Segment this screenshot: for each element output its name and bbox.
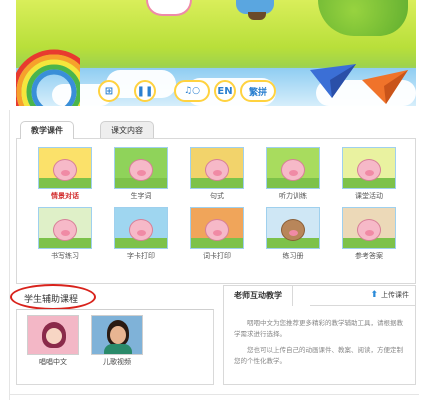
courseware-tile-label: 书写练习: [51, 252, 79, 260]
courseware-tile-label: 词卡打印: [203, 252, 231, 260]
upload-courseware-label: 上传课件: [381, 291, 409, 299]
blue-paper-plane-icon: [310, 64, 356, 98]
rabbit-character-illustration: [146, 0, 192, 16]
music-toggle-button[interactable]: ♫○: [174, 80, 210, 102]
teacher-description: 咽咽中文为您推荐更多精彩的教学辅助工具，请根据教学需求进行选择。 您也可以上传自…: [234, 318, 406, 372]
english-toggle-button[interactable]: EN: [214, 80, 236, 102]
courseware-tile-label: 句式: [210, 192, 224, 200]
courseware-tile-answers[interactable]: 参考答案: [331, 207, 407, 261]
courseware-grid: 情景对话 生字词 句式 听力训练 课堂活动 书写练习 字卡打印 词卡打印 练习册…: [27, 147, 407, 261]
courseware-tile-label: 情景对话: [51, 192, 79, 200]
courseware-tile-character-cards[interactable]: 字卡打印: [103, 207, 179, 261]
courseware-tile-label: 字卡打印: [127, 252, 155, 260]
courseware-tile-listening[interactable]: 听力训练: [255, 147, 331, 201]
tab-lesson-content[interactable]: 课文内容: [100, 121, 154, 139]
grid-menu-button[interactable]: ⊞: [98, 80, 120, 102]
answers-thumbnail: [342, 207, 396, 249]
student-item-label: 儿歌视频: [103, 358, 131, 366]
courseware-tile-sentence[interactable]: 句式: [179, 147, 255, 201]
student-courses-heading: 学生辅助课程: [24, 295, 79, 305]
upload-arrow-icon: ⬆: [370, 290, 378, 300]
teacher-paragraph: 您也可以上传自己的动画课件、教案、阅读，方便定制您的个性化教学。: [234, 346, 403, 365]
courseware-tile-label: 听力训练: [279, 192, 307, 200]
boy-character-feet: [248, 12, 266, 20]
courseware-tile-label: 课堂活动: [355, 192, 383, 200]
teacher-paragraph: 咽咽中文为您推荐更多精彩的教学辅助工具，请根据教学需求进行选择。: [234, 319, 403, 338]
tree-illustration: [318, 0, 408, 36]
sentence-thumbnail: [190, 147, 244, 189]
page-left-rule: [9, 110, 10, 400]
listening-thumbnail: [266, 147, 320, 189]
courseware-tile-word-cards[interactable]: 词卡打印: [179, 207, 255, 261]
courseware-tile-label: 参考答案: [355, 252, 383, 260]
teacher-interaction-panel: 老师互动教学 ⬆ 上传课件 咽咽中文为您推荐更多精彩的教学辅助工具，请根据教学需…: [223, 285, 416, 385]
tab-courseware[interactable]: 教学课件: [20, 121, 74, 139]
courseware-tile-activity[interactable]: 课堂活动: [331, 147, 407, 201]
dialogue-thumbnail: [38, 147, 92, 189]
lesson-banner: ⊞ ❚❚ ♫○ EN 繁拼: [16, 0, 416, 106]
student-item-sing-chinese[interactable]: 唱唱中文: [24, 315, 82, 367]
sing-chinese-thumbnail: [27, 315, 79, 355]
nursery-video-thumbnail: [91, 315, 143, 355]
page-bottom-rule: [9, 394, 419, 395]
courseware-panel: 情景对话 生字词 句式 听力训练 课堂活动 书写练习 字卡打印 词卡打印 练习册…: [16, 138, 416, 284]
student-courses-section: 学生辅助课程 唱唱中文 儿歌视频: [16, 287, 214, 385]
courseware-tile-label: 练习册: [282, 252, 304, 260]
vocabulary-thumbnail: [114, 147, 168, 189]
upload-courseware-link[interactable]: ⬆ 上传课件: [370, 290, 409, 300]
courseware-tile-writing[interactable]: 书写练习: [27, 207, 103, 261]
courseware-tile-label: 生字词: [130, 192, 152, 200]
character-cards-thumbnail: [114, 207, 168, 249]
workbook-thumbnail: [266, 207, 320, 249]
writing-thumbnail: [38, 207, 92, 249]
pause-button[interactable]: ❚❚: [134, 80, 156, 102]
courseware-tile-vocabulary[interactable]: 生字词: [103, 147, 179, 201]
tab-teacher-interaction[interactable]: 老师互动教学: [224, 286, 293, 306]
courseware-tile-workbook[interactable]: 练习册: [255, 207, 331, 261]
student-item-label: 唱唱中文: [39, 358, 67, 366]
traditional-pinyin-button[interactable]: 繁拼: [240, 80, 276, 102]
courseware-tile-dialogue[interactable]: 情景对话: [27, 147, 103, 201]
rainbow-illustration: [16, 49, 80, 106]
word-cards-thumbnail: [190, 207, 244, 249]
tab-underline: [310, 305, 415, 306]
orange-paper-plane-icon: [362, 70, 408, 104]
activity-thumbnail: [342, 147, 396, 189]
student-item-nursery-video[interactable]: 儿歌视频: [88, 315, 146, 367]
